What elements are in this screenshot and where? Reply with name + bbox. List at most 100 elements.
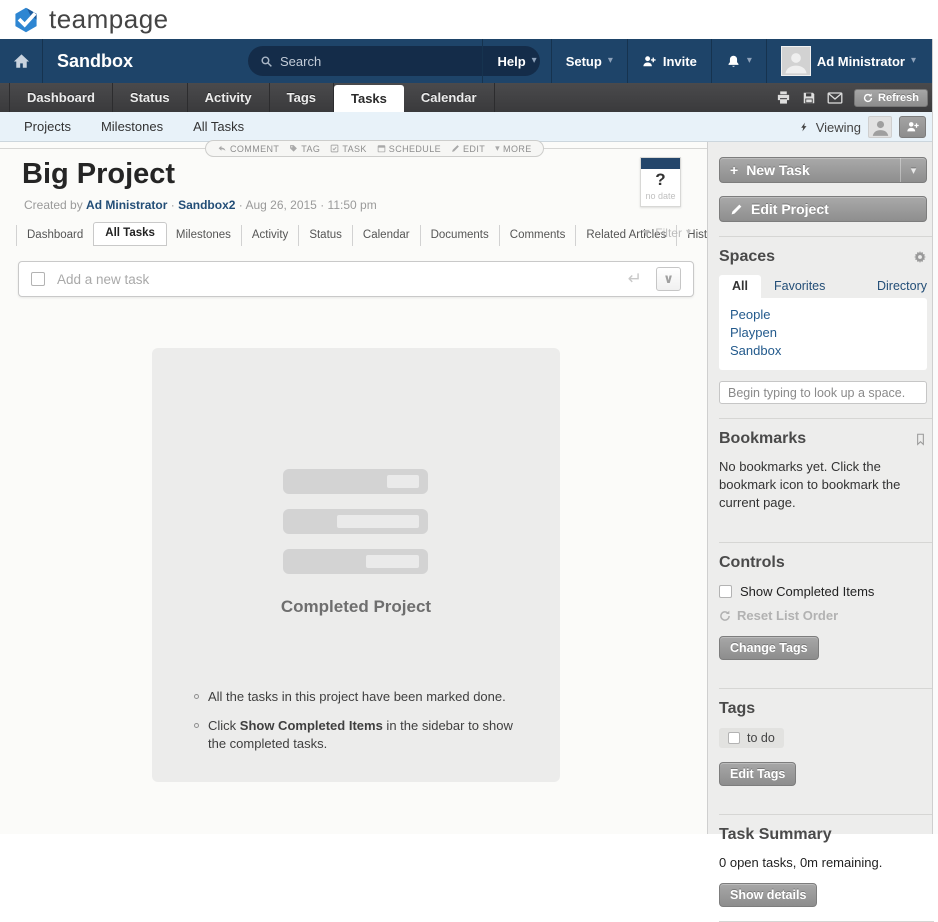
space-lookup-input[interactable] [719,381,927,404]
task-summary-text: 0 open tasks, 0m remaining. [719,855,927,870]
tab-calendar[interactable]: Calendar [404,83,495,112]
more-action[interactable]: ▾ MORE [495,143,532,154]
gear-icon[interactable] [913,250,927,264]
bullet-icon [194,723,199,728]
byline-separator: · [171,198,175,212]
reply-icon [217,144,227,153]
article-tab-milestones[interactable]: Milestones [166,225,242,246]
funnel-icon [641,228,651,238]
subnav-projects[interactable]: Projects [9,119,86,134]
add-viewer-button[interactable] [899,116,926,138]
space-link-people[interactable]: People [730,306,916,324]
space-link-sandbox[interactable]: Sandbox [730,342,916,360]
user-menu[interactable]: Ad Ministrator ▾ [766,39,930,83]
tags-section: Tags to do Edit Tags [719,688,934,800]
invite-button[interactable]: Invite [627,39,711,83]
tab-dashboard[interactable]: Dashboard [9,83,113,112]
plus-icon: + [730,162,738,178]
article-tab-all-tasks[interactable]: All Tasks [93,222,167,246]
chevron-down-icon: ∨ [663,271,674,287]
space-title[interactable]: Sandbox [57,51,133,72]
article-tab-calendar[interactable]: Calendar [353,225,421,246]
refresh-icon [719,610,731,622]
byline-date: Aug 26, 2015 [245,198,316,212]
edit-action[interactable]: EDIT [451,144,485,154]
setup-menu[interactable]: Setup ▾ [551,39,627,83]
caret-down-icon: ▾ [532,56,537,66]
save-icon[interactable] [802,91,816,105]
teampage-logo[interactable]: teampage [12,4,169,35]
add-task-checkbox[interactable] [31,272,45,286]
article-tab-comments[interactable]: Comments [500,225,577,246]
tab-activity[interactable]: Activity [188,83,270,112]
tag-checkbox[interactable] [728,732,740,744]
new-task-dropdown[interactable]: ▾ [900,158,926,182]
filter-button[interactable]: Filter ▾ [641,226,691,240]
bell-icon [726,54,741,69]
tag-action[interactable]: TAG [289,144,320,154]
show-completed-checkbox[interactable] [719,585,732,598]
invite-label: Invite [663,54,697,69]
byline-space-link[interactable]: Sandbox2 [178,198,235,212]
tag-label: to do [747,731,775,745]
add-task-options-button[interactable]: ∨ [656,267,681,291]
scrollbar-gutter[interactable] [932,39,938,834]
tab-tags[interactable]: Tags [270,83,334,112]
task-summary-section: Task Summary 0 open tasks, 0m remaining.… [719,814,934,922]
home-button[interactable] [0,39,43,83]
tags-title: Tags [719,700,755,718]
caret-down-icon: ▾ [911,56,916,66]
notifications-menu[interactable]: ▾ [711,39,766,83]
tag-chip-to-do[interactable]: to do [719,728,784,748]
article-tab-dashboard[interactable]: Dashboard [16,225,94,246]
schedule-action[interactable]: SCHEDULE [377,144,441,154]
email-icon[interactable] [827,91,843,105]
tab-status[interactable]: Status [113,83,188,112]
bullet-icon [194,694,199,699]
bookmarks-empty-text: No bookmarks yet. Click the bookmark ico… [719,458,915,528]
subnav-milestones[interactable]: Milestones [86,119,178,134]
page-body: COMMENT TAG TASK SCHEDULE EDIT ▾ MORE [0,142,938,834]
comment-action[interactable]: COMMENT [217,144,279,154]
refresh-button[interactable]: Refresh [854,89,928,107]
article-tab-status[interactable]: Status [299,225,353,246]
refresh-label: Refresh [878,92,919,104]
task-action[interactable]: TASK [330,144,366,154]
caret-down-icon: ▾ [495,143,500,154]
filter-label: Filter [655,226,682,240]
list-item: Click Show Completed Items in the sideba… [194,717,534,753]
print-icon[interactable] [776,90,791,105]
reset-list-order[interactable]: Reset List Order [719,608,927,623]
spaces-directory-link[interactable]: Directory [877,279,927,293]
add-task-input[interactable] [57,272,628,287]
bookmarks-section: Bookmarks No bookmarks yet. Click the bo… [719,418,934,528]
spaces-tab-all[interactable]: All [719,275,761,298]
search-icon [260,55,273,68]
due-date-badge[interactable]: ? no date [640,157,681,207]
task-check-icon [330,144,339,153]
edit-project-button[interactable]: Edit Project [719,196,927,222]
bookmark-icon[interactable] [914,432,927,447]
user-avatar [781,46,811,76]
space-link-playpen[interactable]: Playpen [730,324,916,342]
viewer-avatar[interactable] [868,116,892,138]
search-input[interactable] [280,54,500,69]
new-task-button[interactable]: + New Task ▾ [719,157,927,183]
article-tab-documents[interactable]: Documents [421,225,500,246]
page-tools-group: Refresh [776,83,928,112]
byline: Created by Ad Ministrator · Sandbox2 · A… [24,198,377,212]
main-navbar: Sandbox Help ▾ Setup ▾ Invite ▾ [0,39,938,83]
edit-tags-button[interactable]: Edit Tags [719,762,796,786]
spaces-tab-favorites[interactable]: Favorites [761,275,838,298]
article-tab-activity[interactable]: Activity [242,225,299,246]
show-details-button[interactable]: Show details [719,883,817,907]
byline-author-link[interactable]: Ad Ministrator [86,198,167,212]
brand-name: teampage [49,4,169,35]
help-menu[interactable]: Help ▾ [482,39,550,83]
bullet-text: All the tasks in this project have been … [208,688,506,706]
change-tags-button[interactable]: Change Tags [719,636,819,660]
byline-time: 11:50 pm [328,198,377,212]
person-plus-icon [642,54,657,69]
subnav-all-tasks[interactable]: All Tasks [178,119,259,134]
tab-tasks[interactable]: Tasks [334,85,404,112]
